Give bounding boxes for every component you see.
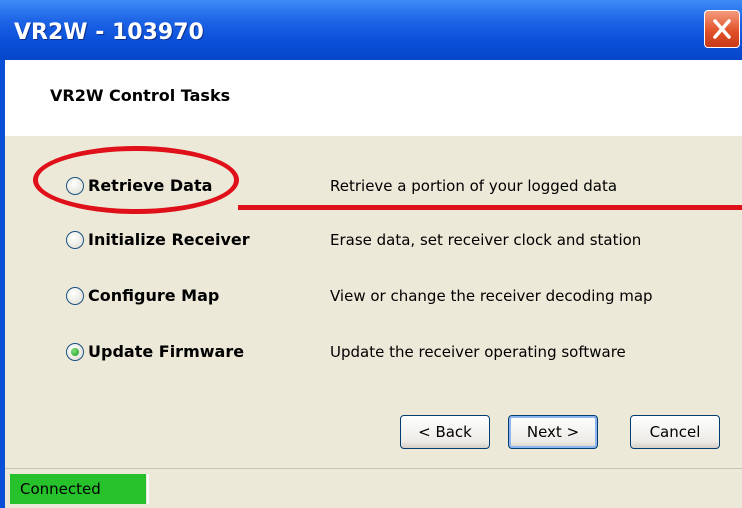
radio-selected-dot	[71, 348, 79, 356]
window-title: VR2W - 103970	[14, 20, 204, 45]
annotation-highlight-ellipse	[33, 146, 239, 214]
status-divider	[147, 474, 149, 504]
header-panel: VR2W Control Tasks	[0, 60, 742, 136]
cancel-button[interactable]: Cancel	[630, 415, 720, 449]
task-description: Update the receiver operating software	[330, 343, 626, 361]
radio-button[interactable]	[66, 231, 84, 249]
task-label[interactable]: Initialize Receiver	[88, 230, 250, 249]
annotation-pointer-line	[238, 205, 742, 210]
task-label[interactable]: Update Firmware	[88, 342, 244, 361]
task-option-update-firmware[interactable]: Update Firmware Update the receiver oper…	[0, 338, 742, 368]
task-description: Retrieve a portion of your logged data	[330, 177, 618, 195]
task-description: Erase data, set receiver clock and stati…	[330, 231, 642, 249]
wizard-window: VR2W - 103970 VR2W Control Tasks Retriev…	[0, 0, 742, 508]
task-description: View or change the receiver decoding map	[330, 287, 653, 305]
window-left-border	[0, 60, 5, 508]
task-option-initialize-receiver[interactable]: Initialize Receiver Erase data, set rece…	[0, 226, 742, 256]
task-label[interactable]: Configure Map	[88, 286, 219, 305]
back-button[interactable]: < Back	[400, 415, 490, 449]
connection-status: Connected	[10, 474, 146, 504]
next-button[interactable]: Next >	[508, 415, 598, 449]
title-bar[interactable]: VR2W - 103970	[0, 0, 742, 60]
radio-button[interactable]	[66, 287, 84, 305]
close-icon	[713, 19, 731, 39]
page-heading: VR2W Control Tasks	[50, 86, 231, 105]
close-button[interactable]	[704, 10, 740, 48]
task-option-configure-map[interactable]: Configure Map View or change the receive…	[0, 282, 742, 312]
radio-button-selected[interactable]	[66, 343, 84, 361]
